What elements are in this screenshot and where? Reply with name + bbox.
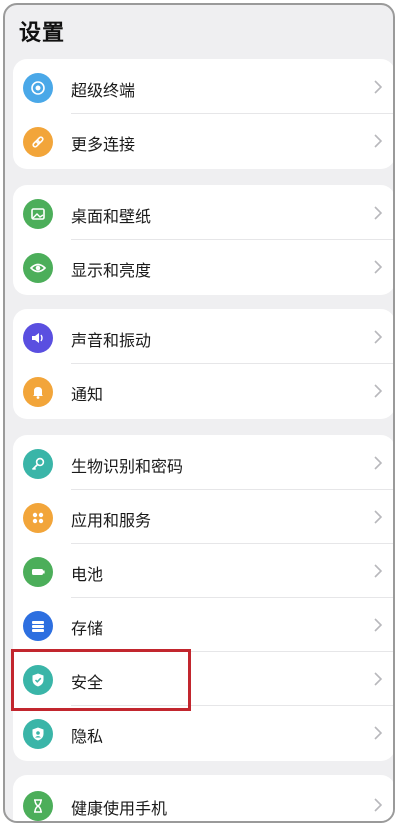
- security-highlight-box: [11, 649, 191, 711]
- divider: [71, 597, 393, 598]
- settings-item-label: 健康使用手机: [71, 799, 168, 818]
- hourglass-icon: [23, 791, 53, 821]
- chevron-right-icon: [374, 672, 383, 686]
- divider: [71, 363, 393, 364]
- privacy-shield-icon: [23, 719, 53, 749]
- bell-icon: [23, 377, 53, 407]
- eye-icon: [23, 253, 53, 283]
- settings-item-label: 显示和亮度: [71, 261, 152, 280]
- chevron-right-icon: [374, 618, 383, 632]
- settings-item-sound[interactable]: 声音和振动: [13, 311, 393, 363]
- settings-group-connectivity: 超级终端 更多连接: [13, 59, 393, 169]
- storage-icon: [23, 611, 53, 641]
- settings-item-label: 应用和服务: [71, 511, 152, 530]
- divider: [71, 489, 393, 490]
- settings-item-wallpaper[interactable]: 桌面和壁纸: [13, 187, 393, 239]
- wallpaper-icon: [23, 199, 53, 229]
- settings-item-label: 桌面和壁纸: [71, 207, 152, 226]
- settings-group-display: 桌面和壁纸 显示和亮度: [13, 185, 393, 295]
- divider: [71, 239, 393, 240]
- chevron-right-icon: [374, 564, 383, 578]
- settings-item-label: 通知: [71, 385, 104, 404]
- settings-item-more-connections[interactable]: 更多连接: [13, 115, 393, 167]
- super-device-icon: [23, 73, 53, 103]
- settings-group-wellbeing: 健康使用手机: [13, 775, 393, 821]
- page-title: 设置: [19, 21, 66, 46]
- settings-item-display[interactable]: 显示和亮度: [13, 241, 393, 293]
- divider: [71, 113, 393, 114]
- settings-group-system: 生物识别和密码 应用和服务 电池 存储 安全 隐私: [13, 435, 393, 761]
- settings-item-storage[interactable]: 存储: [13, 599, 393, 651]
- settings-item-notifications[interactable]: 通知: [13, 365, 393, 417]
- link-icon: [23, 127, 53, 157]
- settings-group-sound: 声音和振动 通知: [13, 309, 393, 419]
- speaker-icon: [23, 323, 53, 353]
- settings-item-biometrics[interactable]: 生物识别和密码: [13, 437, 393, 489]
- chevron-right-icon: [374, 798, 383, 812]
- settings-item-privacy[interactable]: 隐私: [13, 707, 393, 759]
- settings-item-label: 更多连接: [71, 135, 136, 154]
- settings-item-label: 声音和振动: [71, 331, 152, 350]
- chevron-right-icon: [374, 134, 383, 148]
- chevron-right-icon: [374, 510, 383, 524]
- chevron-right-icon: [374, 726, 383, 740]
- settings-item-label: 生物识别和密码: [71, 457, 184, 476]
- settings-item-super-device[interactable]: 超级终端: [13, 61, 393, 113]
- battery-icon: [23, 557, 53, 587]
- apps-icon: [23, 503, 53, 533]
- settings-item-label: 隐私: [71, 727, 104, 746]
- chevron-right-icon: [374, 206, 383, 220]
- chevron-right-icon: [374, 260, 383, 274]
- divider: [71, 543, 393, 544]
- settings-item-label: 电池: [71, 565, 104, 584]
- chevron-right-icon: [374, 456, 383, 470]
- settings-item-digital-balance[interactable]: 健康使用手机: [13, 779, 393, 821]
- settings-item-label: 超级终端: [71, 81, 136, 100]
- chevron-right-icon: [374, 80, 383, 94]
- settings-item-label: 存储: [71, 619, 104, 638]
- chevron-right-icon: [374, 330, 383, 344]
- settings-item-apps[interactable]: 应用和服务: [13, 491, 393, 543]
- chevron-right-icon: [374, 384, 383, 398]
- settings-item-battery[interactable]: 电池: [13, 545, 393, 597]
- key-icon: [23, 449, 53, 479]
